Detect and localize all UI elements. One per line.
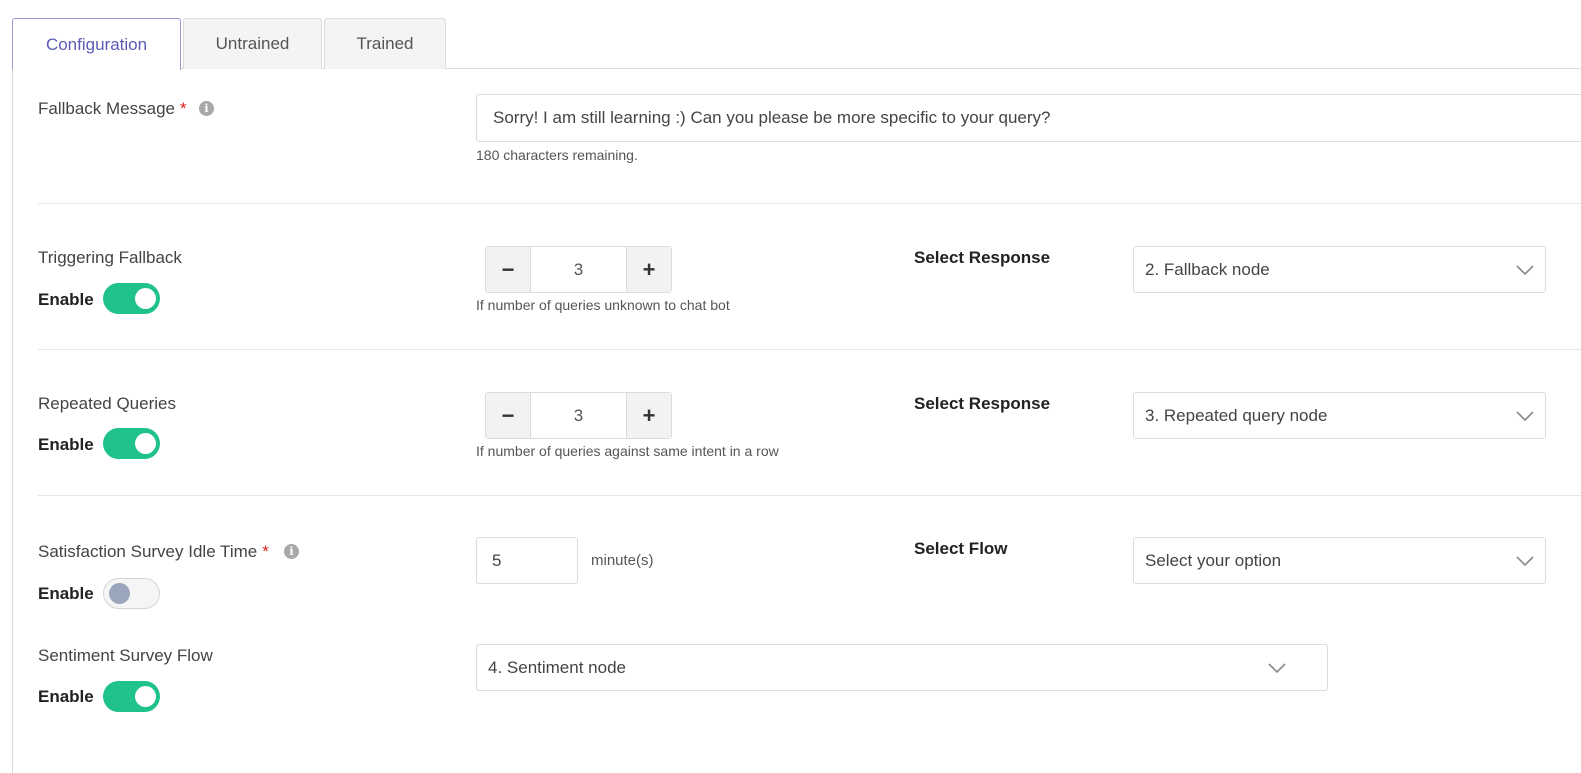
fallback-message-value: Sorry! I am still learning :) Can you pl… <box>493 108 1051 127</box>
chevron-down-icon <box>1268 659 1286 677</box>
repeated-queries-label: Repeated Queries <box>38 394 176 413</box>
idle-time-input[interactable]: 5 <box>476 537 578 584</box>
triggering-fallback-stepper: − 3 + <box>485 246 672 293</box>
selected-value: 3. Repeated query node <box>1145 405 1328 425</box>
increment-button[interactable]: + <box>626 247 671 292</box>
chevron-down-icon <box>1516 552 1534 570</box>
selected-value: Select your option <box>1145 550 1282 570</box>
sentiment-survey-toggle[interactable] <box>103 681 160 712</box>
stepper-value[interactable]: 3 <box>531 393 626 438</box>
repeated-queries-stepper: − 3 + <box>485 392 672 439</box>
enable-label: Enable <box>38 584 94 603</box>
increment-button[interactable]: + <box>626 393 671 438</box>
characters-remaining: 180 characters remaining. <box>476 147 638 163</box>
toggle-knob <box>135 686 156 707</box>
chevron-down-icon <box>1516 261 1534 279</box>
repeated-queries-toggle[interactable] <box>103 428 160 459</box>
fallback-message-input[interactable]: Sorry! I am still learning :) Can you pl… <box>476 94 1581 142</box>
satisfaction-survey-toggle[interactable] <box>103 578 160 609</box>
idle-time-value: 5 <box>492 550 502 570</box>
panel-left-border <box>12 69 13 773</box>
fallback-message-label: Fallback Message * <box>38 99 187 119</box>
triggering-fallback-toggle[interactable] <box>103 283 160 314</box>
toggle-knob <box>109 583 130 604</box>
triggering-fallback-response-select[interactable]: 2. Fallback node <box>1133 246 1546 293</box>
section-divider <box>38 495 1581 496</box>
satisfaction-survey-label-text: Satisfaction Survey Idle Time <box>38 542 258 561</box>
decrement-button[interactable]: − <box>486 247 531 292</box>
info-icon[interactable]: i <box>284 544 299 559</box>
tab-untrained[interactable]: Untrained <box>183 18 322 69</box>
enable-label: Enable <box>38 435 94 454</box>
decrement-button[interactable]: − <box>486 393 531 438</box>
triggering-fallback-hint: If number of queries unknown to chat bot <box>476 297 730 313</box>
required-marker: * <box>180 99 187 118</box>
selected-value: 4. Sentiment node <box>488 657 626 677</box>
satisfaction-survey-label: Satisfaction Survey Idle Time * <box>38 542 269 562</box>
repeated-queries-hint: If number of queries against same intent… <box>476 443 779 459</box>
section-divider <box>38 203 1581 204</box>
select-flow-label: Select Flow <box>914 539 1008 558</box>
chevron-down-icon <box>1516 407 1534 425</box>
tab-bar: Configuration Untrained Trained <box>0 0 1581 70</box>
select-response-label: Select Response <box>914 248 1051 267</box>
fallback-message-label-text: Fallback Message <box>38 99 176 118</box>
satisfaction-survey-flow-select[interactable]: Select your option <box>1133 537 1546 584</box>
required-marker: * <box>262 542 269 561</box>
selected-value: 2. Fallback node <box>1145 259 1270 279</box>
sentiment-survey-flow-select[interactable]: 4. Sentiment node <box>476 644 1328 691</box>
info-icon[interactable]: i <box>199 101 214 116</box>
enable-label: Enable <box>38 290 94 309</box>
toggle-knob <box>135 433 156 454</box>
section-divider <box>38 349 1581 350</box>
triggering-fallback-label: Triggering Fallback <box>38 248 182 267</box>
select-response-label: Select Response <box>914 394 1051 413</box>
repeated-queries-response-select[interactable]: 3. Repeated query node <box>1133 392 1546 439</box>
toggle-knob <box>135 288 156 309</box>
tab-trained[interactable]: Trained <box>324 18 446 69</box>
idle-time-unit: minute(s) <box>591 552 654 569</box>
stepper-value[interactable]: 3 <box>531 247 626 292</box>
sentiment-survey-label: Sentiment Survey Flow <box>38 646 213 665</box>
tab-configuration[interactable]: Configuration <box>12 18 181 70</box>
enable-label: Enable <box>38 687 94 706</box>
